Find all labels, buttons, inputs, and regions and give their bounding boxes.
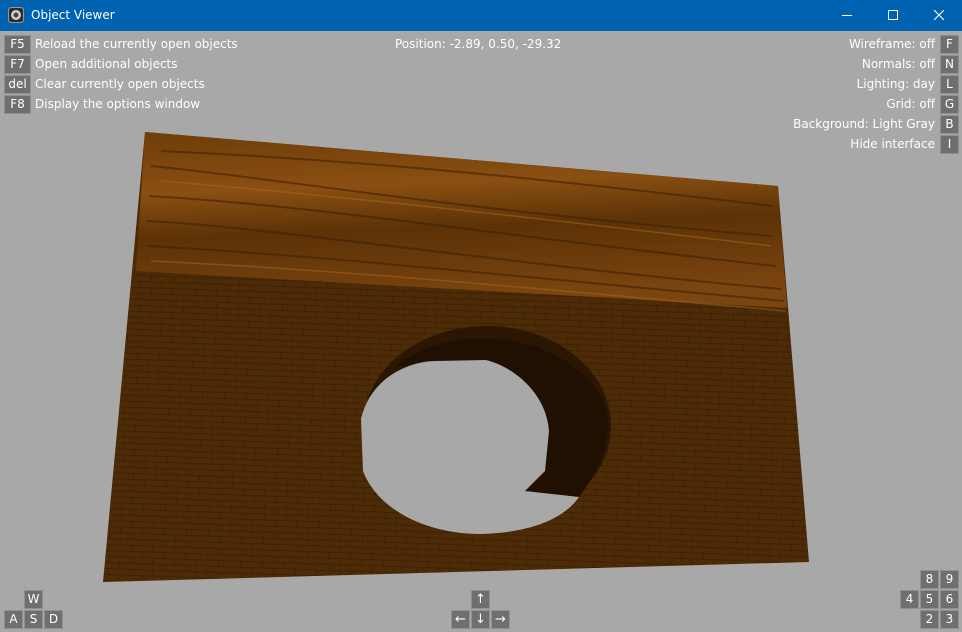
arrow-right-key[interactable]: →: [491, 610, 510, 629]
position-readout: Position: -2.89, 0.50, -29.32: [395, 37, 562, 51]
key-a[interactable]: A: [4, 610, 23, 629]
reload-objects-label: Reload the currently open objects: [35, 37, 238, 51]
key-s[interactable]: S: [24, 610, 43, 629]
minimize-icon: [842, 15, 852, 16]
grid-status: Grid: off: [886, 97, 935, 111]
key-g[interactable]: G: [940, 95, 959, 114]
window-title: Object Viewer: [31, 8, 115, 22]
key-del[interactable]: del: [4, 75, 31, 94]
key-d[interactable]: D: [44, 610, 63, 629]
key-b[interactable]: B: [940, 115, 959, 134]
wireframe-status: Wireframe: off: [848, 37, 935, 51]
key-f8[interactable]: F8: [4, 95, 31, 114]
key-f7[interactable]: F7: [4, 55, 31, 74]
numpad-2-key[interactable]: 2: [920, 610, 939, 629]
title-bar: Object Viewer: [0, 0, 962, 31]
open-additional-label: Open additional objects: [35, 57, 178, 71]
numpad-3-key[interactable]: 3: [940, 610, 959, 629]
close-button[interactable]: [916, 0, 962, 31]
numpad-4-key[interactable]: 4: [900, 590, 919, 609]
options-window-label: Display the options window: [35, 97, 201, 111]
key-i[interactable]: I: [940, 135, 959, 154]
numpad-5-key[interactable]: 5: [920, 590, 939, 609]
arrow-down-key[interactable]: ↓: [471, 610, 490, 629]
lighting-status: Lighting: day: [856, 77, 935, 91]
key-l[interactable]: L: [940, 75, 959, 94]
object-viewer-app-icon: [8, 7, 24, 23]
3d-viewport[interactable]: F5 Reload the currently open objects F7 …: [1, 31, 961, 631]
arrow-left-key[interactable]: ←: [451, 610, 470, 629]
key-n[interactable]: N: [940, 55, 959, 74]
close-icon: [934, 10, 944, 20]
maximize-button[interactable]: [870, 0, 916, 31]
key-f5[interactable]: F5: [4, 35, 31, 54]
numpad-6-key[interactable]: 6: [940, 590, 959, 609]
normals-status: Normals: off: [861, 57, 935, 71]
key-f[interactable]: F: [940, 35, 959, 54]
numpad-9-key[interactable]: 9: [940, 570, 959, 589]
hide-interface-label: Hide interface: [850, 137, 935, 151]
maximize-icon: [888, 10, 898, 20]
key-w[interactable]: W: [24, 590, 43, 609]
background-status: Background: Light Gray: [793, 117, 935, 131]
minimize-button[interactable]: [824, 0, 870, 31]
arrow-up-key[interactable]: ↑: [471, 590, 490, 609]
clear-objects-label: Clear currently open objects: [35, 77, 205, 91]
numpad-8-key[interactable]: 8: [920, 570, 939, 589]
